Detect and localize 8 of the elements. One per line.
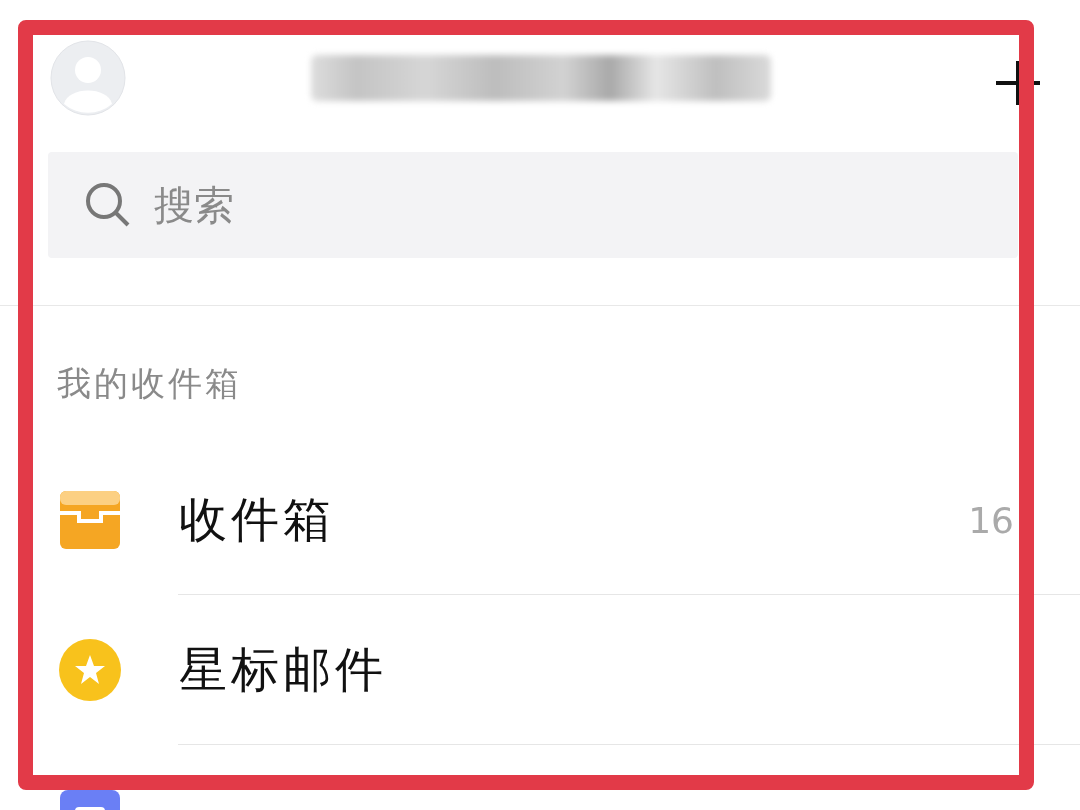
folder-label[interactable]: 星标邮件	[179, 638, 387, 702]
plus-icon[interactable]	[996, 61, 1040, 105]
inbox-tray-icon	[59, 489, 121, 551]
search-icon	[84, 181, 132, 229]
search-field[interactable]: 搜索	[48, 152, 1018, 258]
folder-label[interactable]: 收件箱	[179, 488, 335, 552]
section-label: 我的收件箱	[57, 363, 242, 403]
unread-count: 16	[968, 499, 1014, 541]
